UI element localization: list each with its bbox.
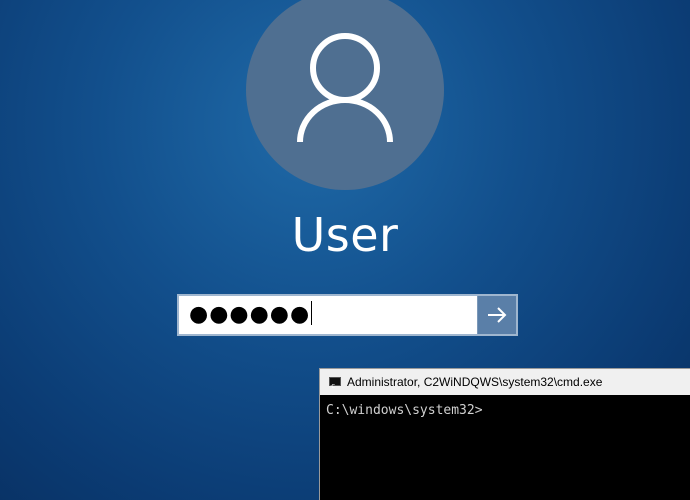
password-box: ●●●●●● [177,294,518,336]
arrow-right-icon [488,307,507,323]
cmd-prompt[interactable]: C:\windows\system32> [326,403,483,418]
submit-button[interactable] [477,296,516,334]
username-label: User [291,208,399,262]
cmd-window[interactable]: c Administrator, C2WiNDQWS\system32\cmd.… [319,368,690,500]
cmd-console-icon: c [329,377,341,390]
text-caret [311,301,313,325]
password-dots: ●●●●●● [189,302,311,327]
user-silhouette-icon [297,33,393,143]
cmd-titlebar[interactable]: c Administrator, C2WiNDQWS\system32\cmd.… [320,369,690,395]
password-input[interactable]: ●●●●●● [179,296,479,334]
user-avatar [246,0,444,190]
cmd-window-title: Administrator, C2WiNDQWS\system32\cmd.ex… [347,375,603,389]
